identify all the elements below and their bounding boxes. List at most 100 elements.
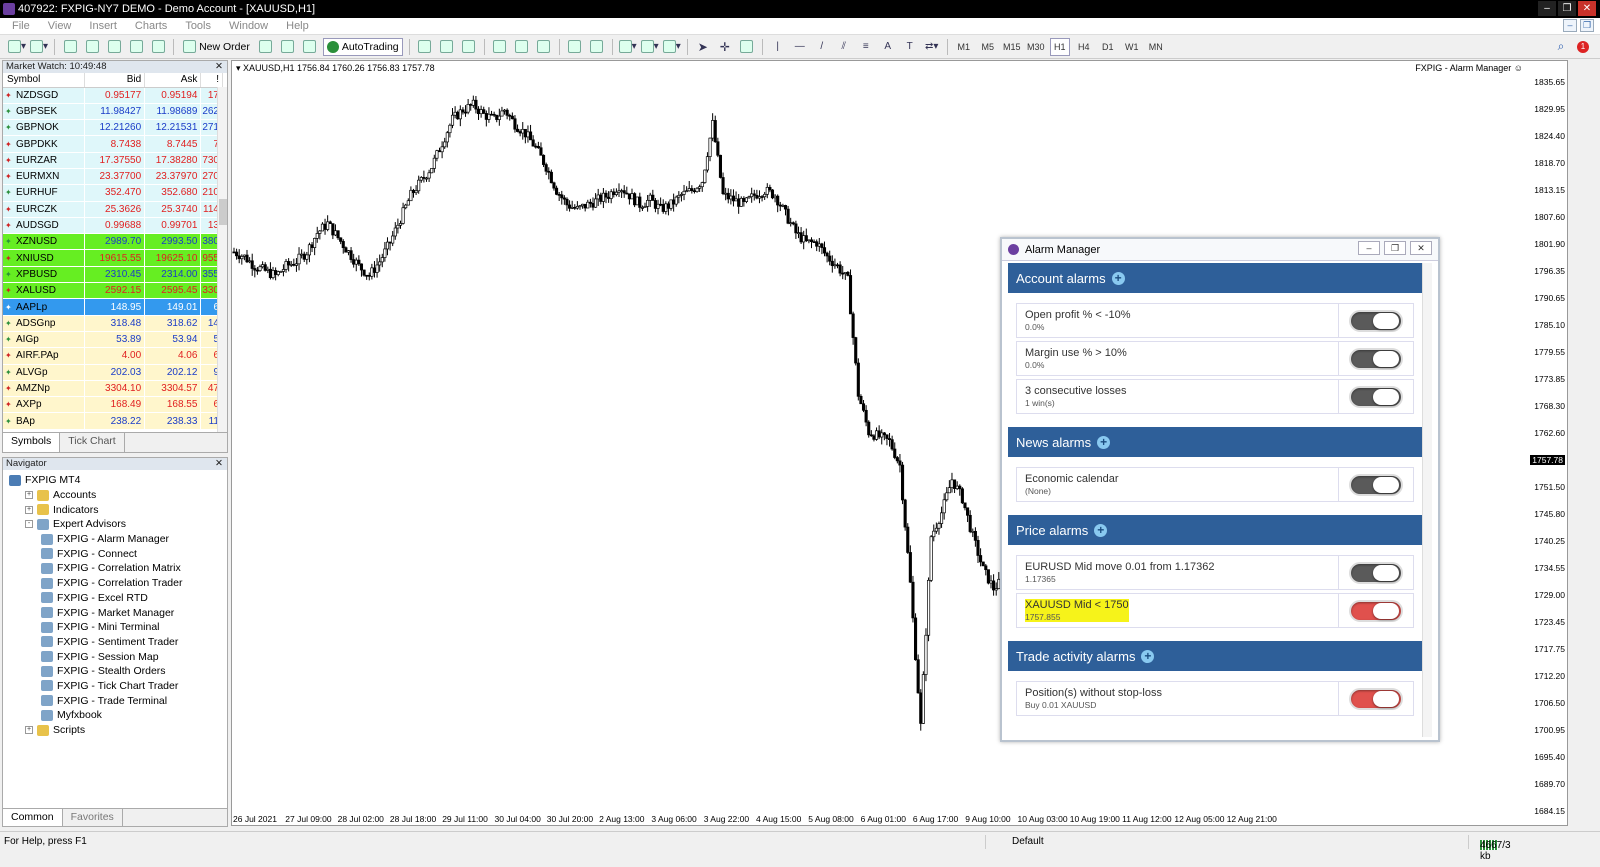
profiles-button[interactable]: ▾: [30, 38, 48, 56]
table-row[interactable]: ✦ XALUSD 2592.15 2595.45 330: [3, 282, 223, 300]
alarm-row[interactable]: 3 consecutive losses 1 win(s): [1016, 379, 1414, 414]
table-row[interactable]: ✦AXPp168.49168.556: [3, 396, 223, 414]
trendline-button[interactable]: /: [813, 38, 831, 56]
tile-windows-button[interactable]: [535, 38, 553, 56]
close-icon[interactable]: ✕: [215, 61, 223, 73]
expand-toggle-icon[interactable]: +: [25, 726, 33, 735]
navigator-item[interactable]: + Accounts: [3, 488, 227, 503]
alarm-toggle[interactable]: [1349, 473, 1403, 496]
navigator-item[interactable]: FXPIG - Excel RTD: [3, 591, 227, 606]
arrows-button[interactable]: ⇄▾: [923, 38, 941, 56]
timeframe-m1[interactable]: M1: [954, 38, 974, 56]
rectangle-button[interactable]: [738, 38, 756, 56]
tab-common[interactable]: Common: [3, 809, 63, 826]
minimize-button[interactable]: –: [1358, 241, 1380, 255]
terminal-button[interactable]: [127, 38, 145, 56]
timeframe-mn[interactable]: MN: [1146, 38, 1166, 56]
text-label-button[interactable]: T: [901, 38, 919, 56]
timeframe-h4[interactable]: H4: [1074, 38, 1094, 56]
alarm-row[interactable]: Open profit % < -10% 0.0%: [1016, 303, 1414, 338]
column-header-spread[interactable]: !: [200, 73, 223, 88]
scrollbar-thumb[interactable]: [219, 199, 227, 225]
expand-toggle-icon[interactable]: +: [25, 505, 33, 514]
close-button[interactable]: ✕: [1410, 241, 1432, 255]
tab-tick-chart[interactable]: Tick Chart: [60, 433, 125, 452]
timeframe-m15[interactable]: M15: [1002, 38, 1022, 56]
templates-button[interactable]: ▾: [662, 38, 681, 56]
minimize-button[interactable]: –: [1538, 1, 1556, 16]
vertical-line-button[interactable]: |: [769, 38, 787, 56]
horizontal-line-button[interactable]: —: [791, 38, 809, 56]
menu-view[interactable]: View: [48, 20, 72, 32]
expand-toggle-icon[interactable]: +: [25, 491, 33, 500]
search-button[interactable]: ⌕: [1552, 38, 1570, 56]
close-button[interactable]: ✕: [1578, 1, 1596, 16]
fibonacci-button[interactable]: ≡: [857, 38, 875, 56]
navigator-item[interactable]: Myfxbook: [3, 708, 227, 723]
table-row[interactable]: ✦ GBPSEK 11.98427 11.98689 262: [3, 103, 223, 121]
channel-button[interactable]: ⫽: [835, 38, 853, 56]
alarm-row[interactable]: Economic calendar (None): [1016, 467, 1414, 502]
table-row[interactable]: ✦ GBPNOK 12.21260 12.21531 271: [3, 119, 223, 137]
table-row[interactable]: ✦ EURCZK 25.3626 25.3740 114: [3, 201, 223, 218]
table-row[interactable]: ✦ ADSGnp 318.48 318.62 14: [3, 315, 223, 332]
table-row[interactable]: ✦ AMZNp 3304.10 3304.57 47: [3, 380, 223, 398]
navigator-item[interactable]: - Expert Advisors: [3, 517, 227, 532]
navigator-item[interactable]: + Indicators: [3, 502, 227, 517]
table-row[interactable]: ✦ALVGp202.03202.129: [3, 364, 223, 381]
tester-button[interactable]: [149, 38, 167, 56]
candlestick-button[interactable]: [438, 38, 456, 56]
alarm-toggle[interactable]: [1349, 309, 1403, 332]
table-row[interactable]: ✦ XNIUSD 19615.55 19625.10 955: [3, 249, 223, 267]
alarm-row[interactable]: EURUSD Mid move 0.01 from 1.17362 1.17365: [1016, 555, 1414, 590]
menu-tools[interactable]: Tools: [185, 20, 211, 32]
timeframe-h1[interactable]: H1: [1049, 37, 1070, 56]
market-watch-button[interactable]: [61, 38, 79, 56]
alarm-toggle[interactable]: [1349, 385, 1403, 408]
tab-favorites[interactable]: Favorites: [63, 809, 123, 826]
navigator-item[interactable]: FXPIG - Stealth Orders: [3, 664, 227, 679]
metaeditor-button[interactable]: [257, 38, 275, 56]
autoscroll-button[interactable]: [566, 38, 584, 56]
navigator-item[interactable]: FXPIG - Correlation Trader: [3, 576, 227, 591]
timeframe-m30[interactable]: M30: [1026, 38, 1046, 56]
menu-file[interactable]: File: [12, 20, 30, 32]
mdi-minimize-button[interactable]: –: [1563, 19, 1577, 32]
table-row[interactable]: ✦AIGp53.8953.945: [3, 331, 223, 349]
mdi-restore-button[interactable]: ❐: [1580, 19, 1594, 32]
column-header-bid[interactable]: Bid: [84, 73, 146, 88]
table-row[interactable]: ✦ NZDSGD 0.95177 0.95194 17: [3, 87, 223, 104]
maximize-button[interactable]: ❐: [1558, 1, 1576, 16]
menu-help[interactable]: Help: [286, 20, 309, 32]
navigator-button[interactable]: [105, 38, 123, 56]
table-row[interactable]: ✦GBPDKK8.74388.74457: [3, 135, 223, 153]
column-header-symbol[interactable]: Symbol: [3, 73, 85, 88]
tab-symbols[interactable]: Symbols: [3, 433, 61, 452]
table-row[interactable]: ✦ EURHUF 352.470 352.680 210: [3, 184, 223, 202]
table-row[interactable]: ✦AIRF.PAp4.004.066: [3, 347, 223, 365]
signals-button[interactable]: [279, 38, 297, 56]
line-chart-button[interactable]: [460, 38, 478, 56]
bar-chart-button[interactable]: [416, 38, 434, 56]
maximize-button[interactable]: ❐: [1384, 241, 1406, 255]
expand-toggle-icon[interactable]: -: [25, 520, 33, 529]
navigator-item[interactable]: FXPIG - Trade Terminal: [3, 693, 227, 708]
alarm-row[interactable]: Margin use % > 10% 0.0%: [1016, 341, 1414, 376]
alarm-manager-scrollbar[interactable]: [1422, 263, 1432, 737]
alarm-toggle[interactable]: [1349, 561, 1403, 584]
menu-insert[interactable]: Insert: [89, 20, 117, 32]
add-alarm-icon[interactable]: +: [1094, 523, 1108, 537]
timeframe-m5[interactable]: M5: [978, 38, 998, 56]
alarm-toggle[interactable]: [1349, 687, 1403, 710]
autotrading-button[interactable]: AutoTrading: [322, 37, 403, 56]
cursor-button[interactable]: ➤: [694, 38, 712, 56]
menu-charts[interactable]: Charts: [135, 20, 167, 32]
close-icon[interactable]: ✕: [215, 458, 223, 470]
crosshair-button[interactable]: ✛: [716, 38, 734, 56]
periods-button[interactable]: ▾: [640, 38, 659, 56]
add-alarm-icon[interactable]: +: [1141, 649, 1155, 663]
table-row[interactable]: ✦ EURMXN 23.37700 23.37970 270: [3, 168, 223, 186]
market-button[interactable]: [301, 38, 319, 56]
table-row[interactable]: ✦ BAp 238.22 238.33 11: [3, 412, 223, 430]
navigator-item[interactable]: FXPIG - Tick Chart Trader: [3, 679, 227, 694]
